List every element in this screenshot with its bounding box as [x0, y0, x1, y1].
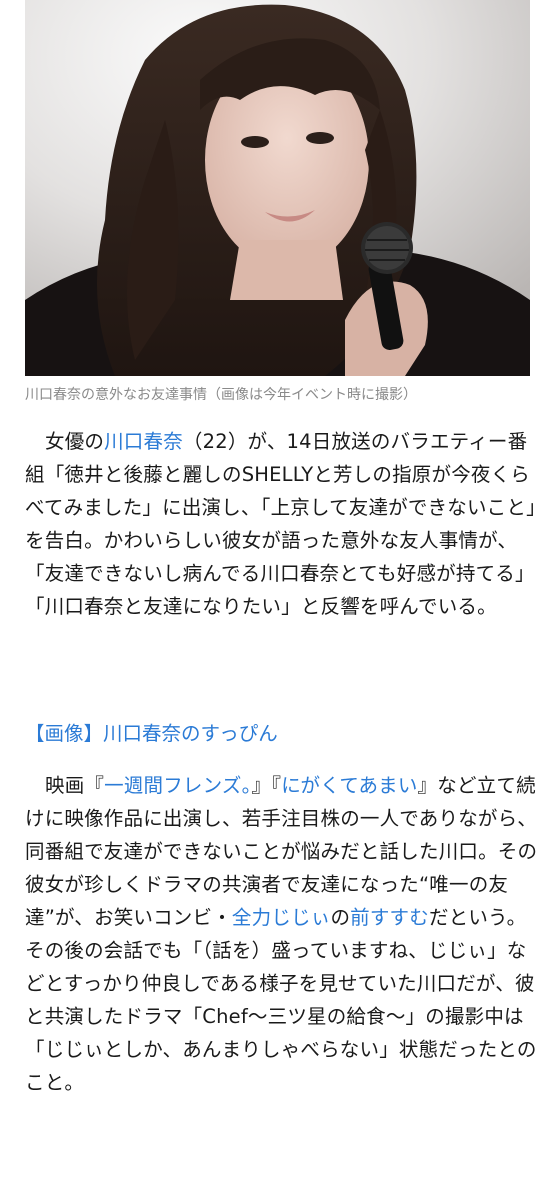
movie-link-isshukan-friends[interactable]: 一週間フレンズ。 [104, 774, 251, 797]
text-segment: 映画『 [45, 774, 105, 797]
person-link-mae-susumu[interactable]: 前すすむ [350, 906, 429, 929]
article-paragraph-2: 映画『一週間フレンズ。』『にがくてあまい』など立て続けに映像作品に出演し、若手注… [25, 769, 540, 1099]
text-segment: （22）が、14日放送のバラエティー番組「徳井と後藤と麗しのSHELLYと芳しの… [25, 430, 537, 618]
person-link-kawaguchi-haruna[interactable]: 川口春奈 [104, 430, 183, 453]
related-image-link[interactable]: 【画像】川口春奈のすっぴん [25, 717, 278, 750]
article-paragraph-1: 女優の川口春奈（22）が、14日放送のバラエティー番組「徳井と後藤と麗しのSHE… [25, 425, 540, 623]
text-segment: 』『 [251, 774, 282, 797]
text-segment: だという。その後の会話でも「（話を）盛っていますね、じじぃ」などとすっかり仲良し… [25, 906, 537, 1094]
text-segment: の [330, 906, 351, 929]
text-segment: 女優の [45, 430, 105, 453]
photo-caption: 川口春奈の意外なお友達事情（画像は今年イベント時に撮影） [25, 387, 417, 403]
combo-link-zenryoku-jijii[interactable]: 全力じじぃ [232, 906, 331, 929]
portrait-image [25, 0, 530, 376]
article-photo[interactable] [25, 0, 530, 376]
movie-link-nigakute-amai[interactable]: にがくてあまい [281, 774, 417, 797]
